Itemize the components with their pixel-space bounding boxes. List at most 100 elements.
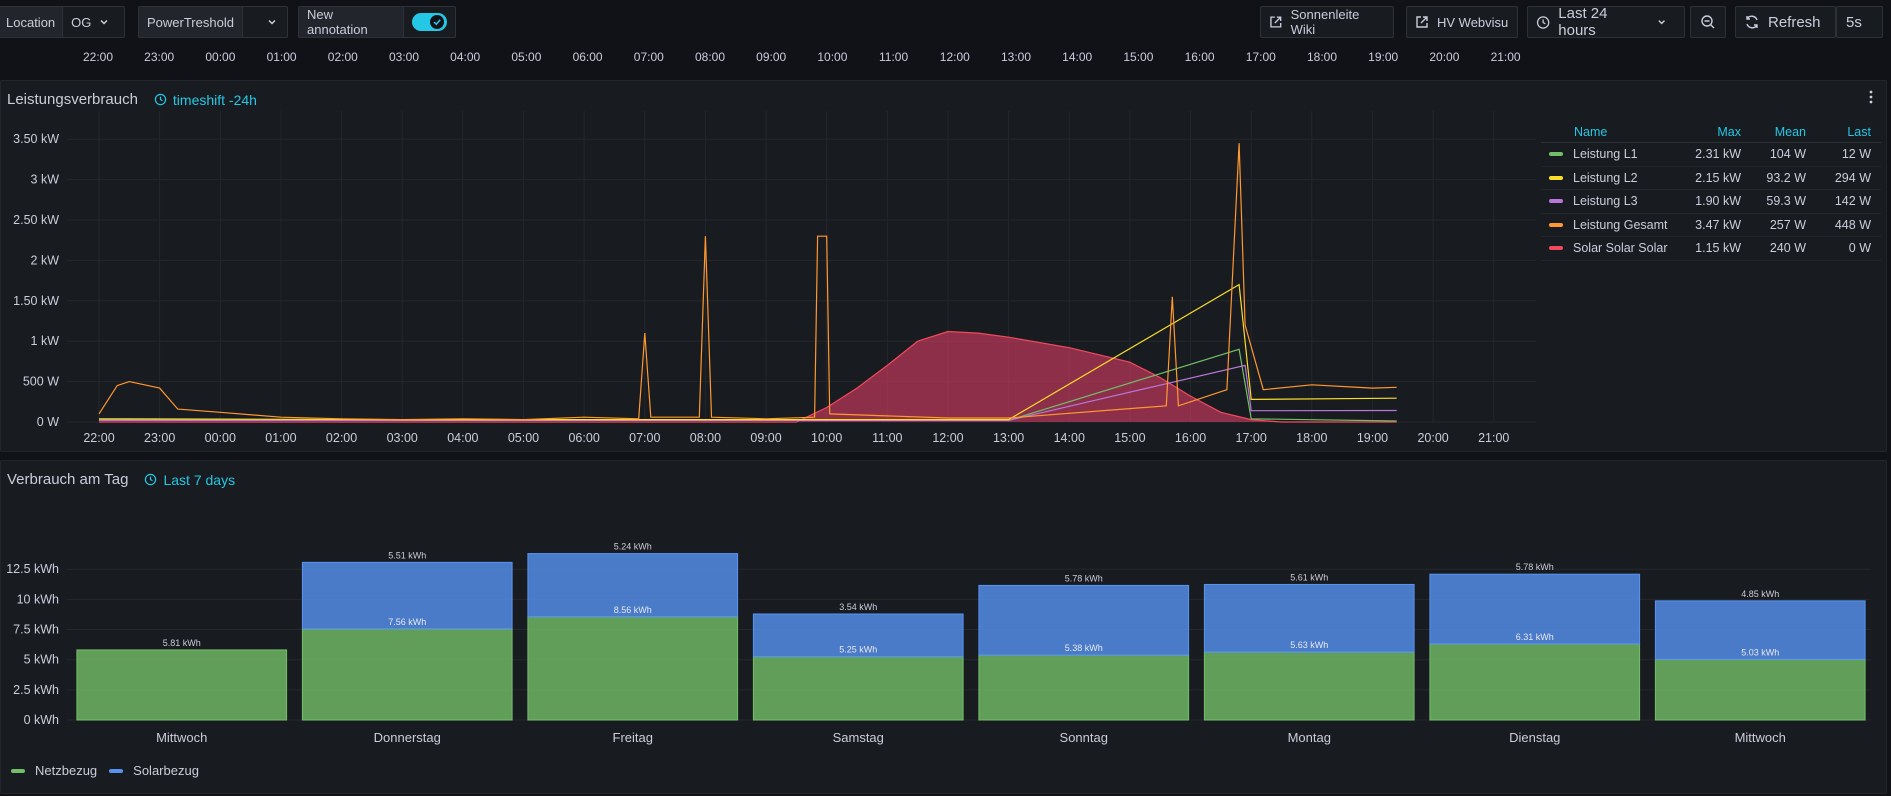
legend-swatch bbox=[1549, 152, 1563, 157]
legend-item-solarbezug[interactable]: Solarbezug bbox=[109, 763, 199, 778]
legend-header-max[interactable]: Max bbox=[1676, 125, 1741, 139]
series-label: Leistung L2 bbox=[1573, 170, 1638, 185]
y-tick-label: 3.50 kW bbox=[13, 132, 59, 146]
chevron-down-icon bbox=[268, 19, 276, 25]
legend-row[interactable]: Leistung L2 2.15 kW 93.2 W 294 W bbox=[1541, 167, 1881, 190]
panel-menu-button[interactable] bbox=[1856, 81, 1886, 113]
series-label: Solar Solar Solar bbox=[1573, 241, 1668, 256]
sonnenleite-wiki-link[interactable]: Sonnenleite Wiki bbox=[1260, 6, 1394, 38]
x-tick-label: 12:00 bbox=[932, 431, 963, 445]
series-label: Leistung L3 bbox=[1573, 194, 1638, 209]
x-tick-label: 08:00 bbox=[690, 431, 721, 445]
x-category-label: Samstag bbox=[833, 730, 884, 745]
bar-netzbezug[interactable] bbox=[76, 649, 288, 721]
zoom-out-icon bbox=[1701, 15, 1715, 29]
legend-series-name: Leistung L3 bbox=[1541, 194, 1676, 208]
y-tick-label: 12.5 kWh bbox=[6, 562, 59, 576]
x-tick-label: 07:00 bbox=[629, 431, 660, 445]
refresh-interval-picker[interactable]: 5s bbox=[1836, 6, 1883, 38]
annotation-toggle[interactable] bbox=[411, 13, 447, 31]
verbrauch-am-tag-panel: Verbrauch am Tag Last 7 days 0 kWh 2.5 kW… bbox=[0, 460, 1887, 794]
x-category-label: Donnerstag bbox=[374, 730, 441, 745]
location-value: OG bbox=[71, 14, 92, 30]
location-variable[interactable]: Location OG bbox=[0, 6, 125, 38]
powertreshold-select[interactable] bbox=[243, 7, 287, 37]
bar-value-label: 6.31 kWh bbox=[1516, 632, 1554, 642]
legend-series-name: Solar Solar Solar bbox=[1541, 241, 1676, 255]
y-tick-label: 500 W bbox=[23, 375, 59, 389]
time-tick-label: 23:00 bbox=[144, 50, 174, 64]
x-tick-label: 22:00 bbox=[83, 431, 114, 445]
legend-series-name: Leistung L2 bbox=[1541, 171, 1676, 185]
x-tick-label: 16:00 bbox=[1175, 431, 1206, 445]
bar-netzbezug[interactable] bbox=[1654, 658, 1866, 721]
x-category-label: Dienstag bbox=[1509, 730, 1560, 745]
time-tick-label: 11:00 bbox=[879, 50, 908, 64]
zoom-out-button[interactable] bbox=[1690, 6, 1726, 38]
x-category-label: Mittwoch bbox=[1735, 730, 1786, 745]
bar-netzbezug[interactable] bbox=[752, 656, 964, 721]
x-tick-label: 10:00 bbox=[811, 431, 842, 445]
time-tick-label: 17:00 bbox=[1246, 50, 1276, 64]
legend-row[interactable]: Solar Solar Solar 1.15 kW 240 W 0 W bbox=[1541, 237, 1881, 261]
power-timeseries-chart[interactable]: 0 W 500 W 1 kW 1.50 kW 2 kW 2.50 kW 3 kW 3.50 k… bbox=[1, 81, 1546, 453]
legend-mean: 257 W bbox=[1769, 217, 1806, 232]
bar-netzbezug[interactable] bbox=[527, 616, 739, 721]
bar-value-label: 5.78 kWh bbox=[1516, 562, 1554, 572]
x-category-label: Mittwoch bbox=[156, 730, 207, 745]
legend-row[interactable]: Leistung L3 1.90 kW 59.3 W 142 W bbox=[1541, 190, 1881, 214]
y-tick-label: 0 W bbox=[37, 415, 59, 429]
y-tick-label: 2.5 kWh bbox=[13, 683, 59, 697]
legend-series-name: Leistung Gesamt bbox=[1541, 218, 1676, 232]
legend-table: Name Max Mean Last Leistung L1 2.31 kW 1… bbox=[1541, 121, 1881, 261]
bar-netzbezug[interactable] bbox=[978, 654, 1190, 721]
x-tick-label: 02:00 bbox=[326, 431, 357, 445]
legend-max: 2.15 kW bbox=[1695, 170, 1741, 185]
legend-last: 0 W bbox=[1848, 241, 1871, 256]
time-tick-label: 00:00 bbox=[205, 50, 235, 64]
legend-header-name[interactable]: Name bbox=[1541, 125, 1676, 139]
legend-swatch bbox=[1549, 175, 1563, 180]
legend-row[interactable]: Leistung L1 2.31 kW 104 W 12 W bbox=[1541, 143, 1881, 167]
more-vertical-icon bbox=[1869, 90, 1873, 104]
time-tick-label: 01:00 bbox=[267, 50, 297, 64]
legend-max: 2.31 kW bbox=[1695, 147, 1741, 162]
legend-item-netzbezug[interactable]: Netzbezug bbox=[11, 763, 97, 778]
legend-mean: 93.2 W bbox=[1766, 170, 1806, 185]
powertreshold-label: PowerTreshold bbox=[139, 7, 243, 37]
bar-value-label: 5.24 kWh bbox=[614, 542, 652, 552]
time-tick-label: 14:00 bbox=[1062, 50, 1092, 64]
daily-consumption-chart[interactable]: 0 kWh 2.5 kWh 5 kWh 7.5 kWh 10 kWh 12.5 kWh 5.… bbox=[1, 461, 1888, 761]
legend-row[interactable]: Leistung Gesamt 3.47 kW 257 W 448 W bbox=[1541, 214, 1881, 237]
legend-header-mean[interactable]: Mean bbox=[1741, 125, 1806, 139]
top-toolbar: Location OG PowerTreshold New annotation… bbox=[0, 0, 1891, 44]
powertreshold-variable[interactable]: PowerTreshold bbox=[138, 6, 288, 38]
x-tick-label: 00:00 bbox=[205, 431, 236, 445]
legend-header-last[interactable]: Last bbox=[1806, 125, 1871, 139]
new-annotation-control[interactable]: New annotation bbox=[298, 6, 456, 38]
time-tick-label: 16:00 bbox=[1185, 50, 1215, 64]
legend-label: Netzbezug bbox=[35, 763, 98, 778]
refresh-button[interactable]: Refresh bbox=[1735, 6, 1836, 38]
bar-netzbezug[interactable] bbox=[301, 628, 513, 721]
bar-netzbezug[interactable] bbox=[1203, 651, 1415, 721]
top-time-axis: 22:00 23:00 00:00 01:00 02:00 03:00 04:00 05:00… bbox=[83, 50, 1521, 64]
series-line bbox=[98, 283, 1397, 421]
legend-label: Solarbezug bbox=[133, 763, 199, 778]
bar-value-label: 5.38 kWh bbox=[1065, 643, 1103, 653]
time-tick-label: 10:00 bbox=[817, 50, 847, 64]
legend-last: 294 W bbox=[1834, 170, 1871, 185]
x-tick-label: 06:00 bbox=[568, 431, 599, 445]
bar-netzbezug[interactable] bbox=[1429, 643, 1641, 721]
y-tick-label: 7.5 kWh bbox=[13, 623, 59, 637]
legend-swatch bbox=[11, 768, 25, 773]
clock-icon bbox=[1536, 15, 1550, 29]
time-range-picker[interactable]: Last 24 hours bbox=[1527, 5, 1685, 39]
x-tick-label: 23:00 bbox=[144, 431, 175, 445]
y-tick-label: 3 kW bbox=[31, 173, 60, 187]
legend-last: 448 W bbox=[1834, 217, 1871, 232]
location-select[interactable]: OG bbox=[63, 7, 119, 37]
hv-webvisu-link[interactable]: HV Webvisu bbox=[1406, 6, 1518, 38]
time-tick-label: 07:00 bbox=[634, 50, 664, 64]
bar-value-label: 4.85 kWh bbox=[1741, 589, 1779, 599]
